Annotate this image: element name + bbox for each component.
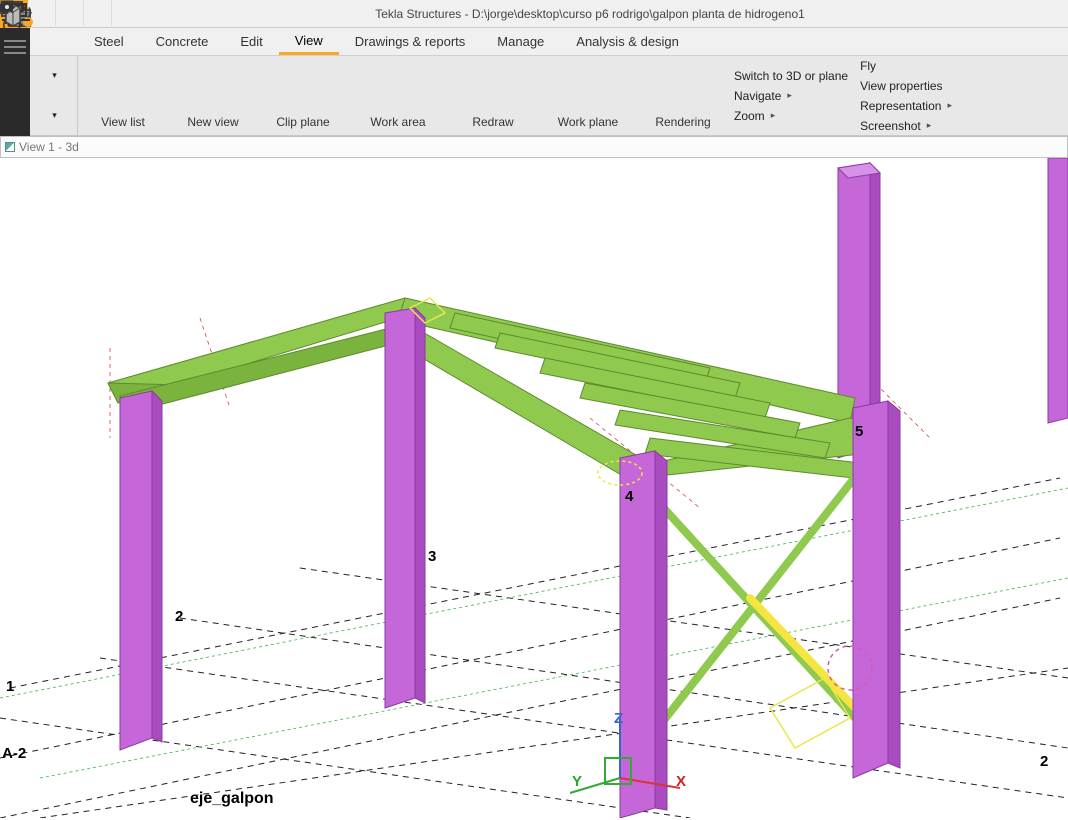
redo-icon[interactable]	[84, 0, 112, 28]
axis-y: Y	[572, 773, 582, 790]
3d-canvas[interactable]: 1 2 3 4 5 A-2 2 eje_galpon X Y Z	[0, 158, 1068, 818]
ribbon-redraw[interactable]: Redraw	[448, 57, 538, 135]
ribbon-new-view[interactable]: New view	[168, 57, 258, 135]
camera-icon	[0, 0, 14, 12]
grid-label-2: 2	[175, 608, 183, 625]
ribbon-work-plane[interactable]: Work plane	[538, 57, 638, 135]
menu-analysis[interactable]: Analysis & design	[560, 28, 695, 55]
grid-label-1: 1	[6, 678, 14, 695]
main-menu-bar: Steel Concrete Edit View Drawings & repo…	[0, 28, 1068, 56]
model-svg	[0, 158, 1068, 818]
grid-label-2r: 2	[1040, 753, 1048, 770]
ribbon-side-view: Fly View properties Representation▸ Scre…	[854, 59, 958, 133]
viewport-title: View 1 - 3d	[19, 140, 79, 154]
undo-icon[interactable]	[56, 0, 84, 28]
cursor-tool[interactable]: ▾	[34, 59, 74, 93]
zoom-button[interactable]: Zoom▸	[734, 109, 848, 123]
menu-drawings[interactable]: Drawings & reports	[339, 28, 482, 55]
viewport: View 1 - 3d	[0, 136, 1068, 820]
menu-edit[interactable]: Edit	[224, 28, 278, 55]
screenshot-button[interactable]: Screenshot▸	[860, 119, 952, 133]
view-props-button[interactable]: View properties	[860, 79, 952, 93]
menu-manage[interactable]: Manage	[481, 28, 560, 55]
ribbon-clip-plane[interactable]: Clip plane	[258, 57, 348, 135]
grid-label-eje: eje_galpon	[190, 790, 274, 808]
menu-steel[interactable]: Steel	[78, 28, 140, 55]
ribbon-rendering[interactable]: Rendering	[638, 57, 728, 135]
viewport-title-bar[interactable]: View 1 - 3d	[0, 136, 1068, 158]
title-bar: Tekla Structures - D:\jorge\desktop\curs…	[0, 0, 1068, 28]
representation-button[interactable]: Representation▸	[860, 99, 952, 113]
viewport-icon	[5, 142, 15, 152]
axis-x: X	[676, 773, 686, 790]
menu-concrete[interactable]: Concrete	[140, 28, 225, 55]
menu-view[interactable]: View	[279, 28, 339, 55]
grid-label-a2: A-2	[2, 745, 26, 762]
ribbon: ▾ ?▾ View list New view Clip plane Work …	[0, 56, 1068, 136]
hamburger-icon[interactable]	[4, 46, 26, 48]
snap-tool[interactable]: ?▾	[34, 98, 74, 132]
axis-z: Z	[614, 710, 623, 727]
navigate-button[interactable]: Navigate▸	[734, 89, 848, 103]
quick-tools: ▾ ?▾	[30, 56, 78, 135]
fly-button[interactable]: Fly	[860, 59, 952, 73]
ribbon-side-nav: Switch to 3D or plane Navigate▸ Zoom▸	[728, 69, 854, 123]
switch-3d-button[interactable]: Switch to 3D or plane	[734, 69, 848, 83]
grid-label-4: 4	[625, 488, 633, 505]
window-title: Tekla Structures - D:\jorge\desktop\curs…	[112, 7, 1068, 21]
grid-label-5: 5	[855, 423, 863, 440]
ribbon-work-area[interactable]: Work area	[348, 57, 448, 135]
grid-label-3: 3	[428, 548, 436, 565]
ribbon-view-list[interactable]: View list	[78, 57, 168, 135]
